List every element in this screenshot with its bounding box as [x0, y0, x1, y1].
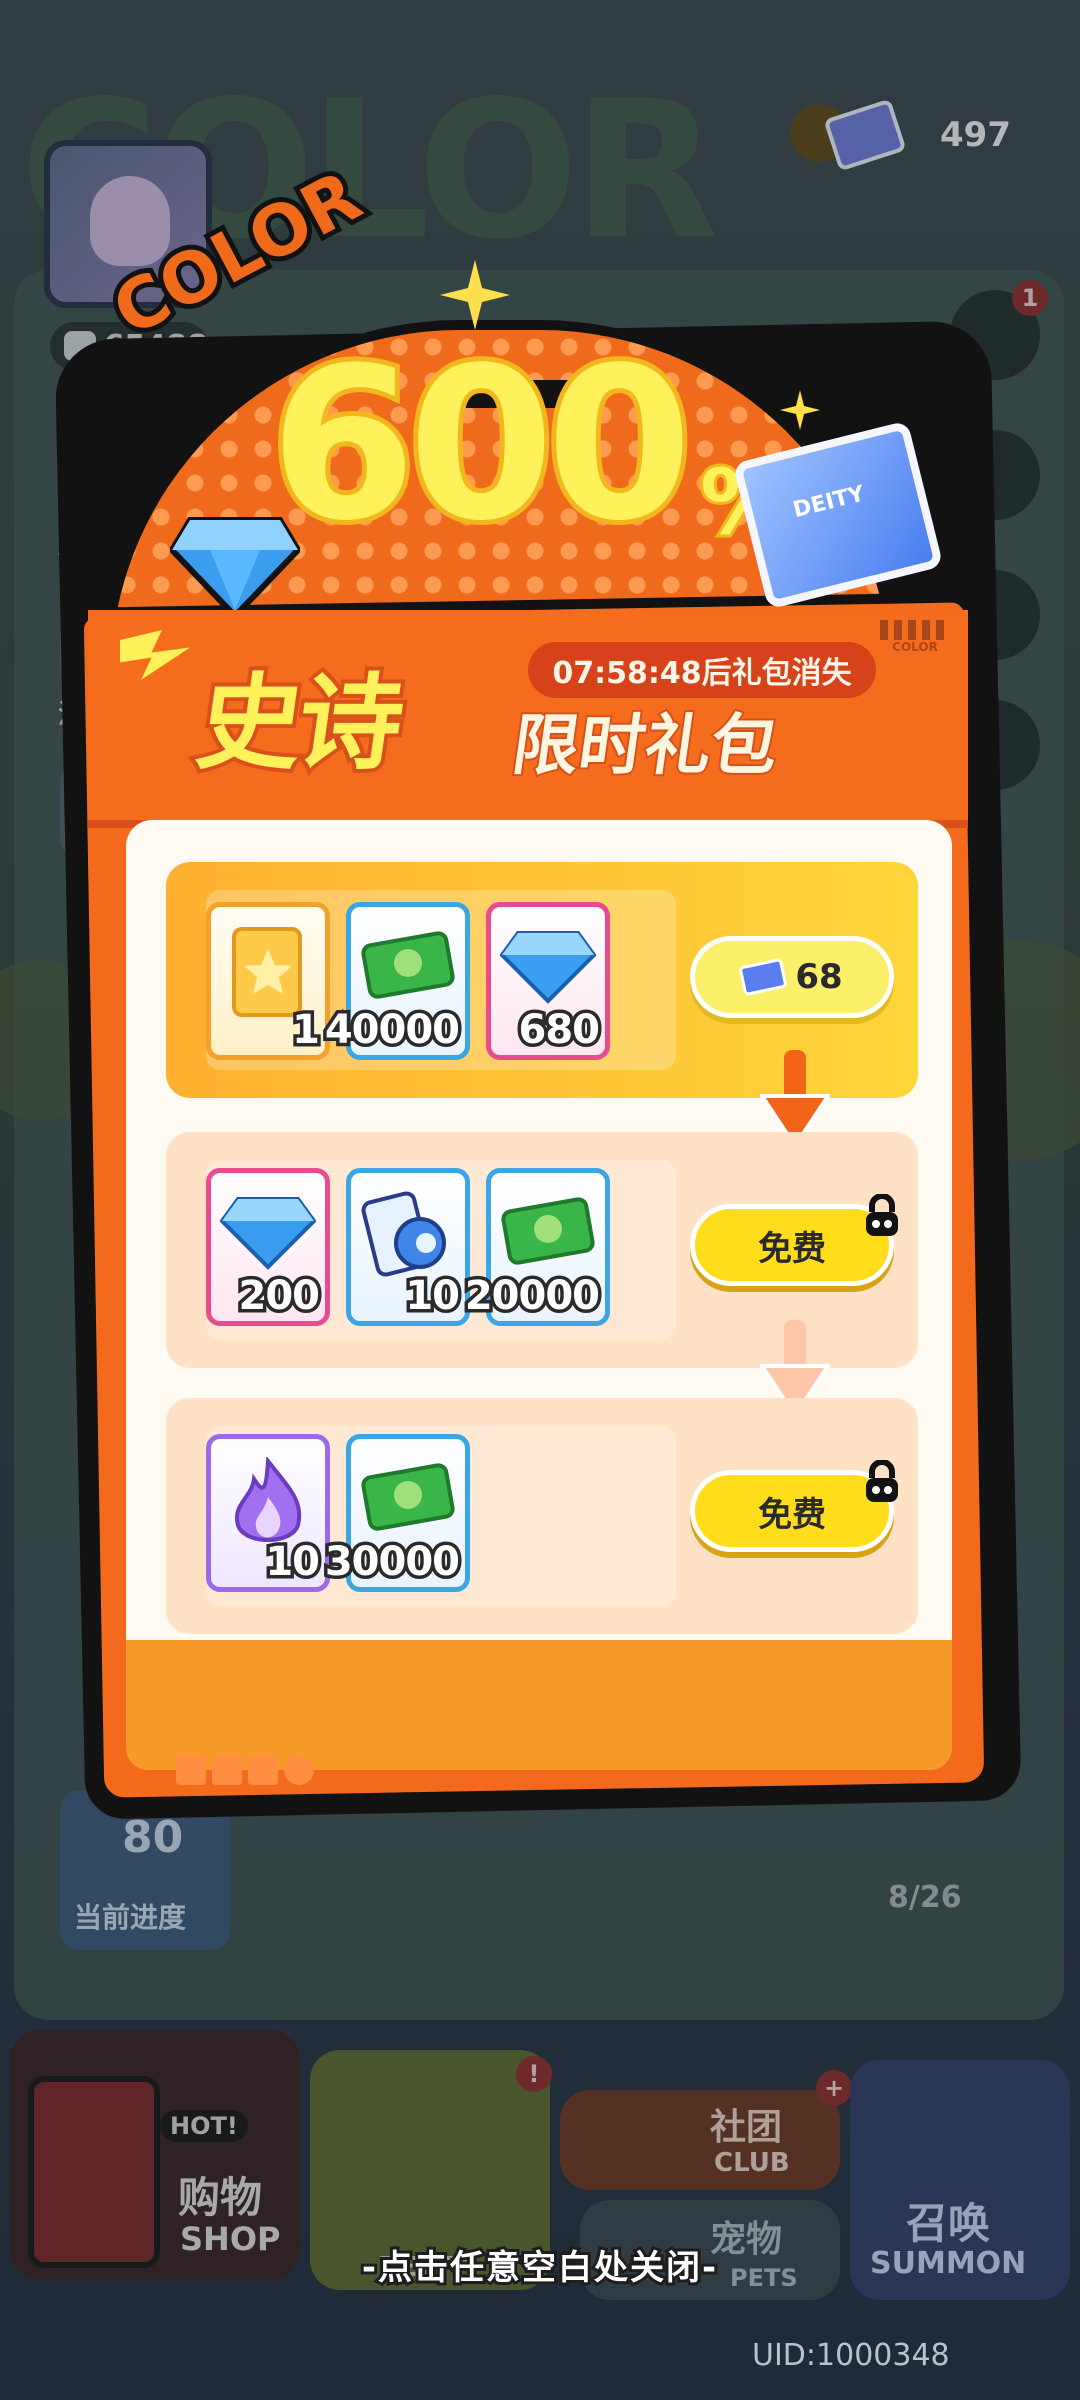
reward-qty: 10 — [402, 1270, 464, 1323]
brand-mark: COLOR — [880, 620, 950, 654]
popup-bottom-logo — [176, 1755, 336, 1789]
reward-item: 10 — [346, 1168, 470, 1326]
popup-title-sub: 限时礼包 — [506, 705, 785, 786]
cash-icon — [501, 1197, 595, 1265]
user-id: UID:1000348 — [752, 2338, 950, 2373]
diamond-icon — [170, 517, 300, 620]
reward-qty: 10 — [262, 1536, 324, 1589]
ticket-icon — [738, 957, 788, 997]
reward-item: 30000 — [321, 1434, 470, 1592]
free-button-label: 免费 — [758, 1494, 826, 1535]
reward-qty: 30000 — [321, 1536, 463, 1589]
reward-item: 1 — [206, 902, 330, 1060]
reward-qty: 200 — [235, 1270, 323, 1323]
pack-price: 68 — [795, 957, 843, 997]
tap-to-close-hint: -点击任意空白处关闭- — [359, 2245, 719, 2291]
popup-bottom-wave — [126, 1640, 952, 1770]
lock-icon — [866, 1460, 898, 1502]
reward-qty: 680 — [515, 1004, 603, 1057]
bonus-number: 600 — [265, 322, 697, 567]
reward-qty: 1 — [289, 1004, 324, 1057]
lock-icon — [866, 1194, 898, 1236]
free-button-label: 免费 — [758, 1228, 826, 1269]
reward-qty: 40000 — [321, 1004, 463, 1057]
popup-title-main: 史诗 — [186, 658, 411, 788]
reward-item: 10 — [206, 1434, 330, 1592]
reward-item: 680 — [486, 902, 610, 1060]
diamond-icon — [500, 931, 596, 1004]
reward-item: 20000 — [461, 1168, 610, 1326]
buy-pack-button[interactable]: 68 — [690, 936, 894, 1018]
reward-item: 40000 — [321, 902, 470, 1060]
reward-item: 200 — [206, 1168, 330, 1326]
reward-qty: 20000 — [461, 1270, 603, 1323]
cash-icon — [361, 1463, 455, 1531]
summon-card-icon — [361, 1191, 446, 1277]
diamond-icon — [220, 1197, 316, 1270]
cash-icon — [361, 931, 455, 999]
brand-mark-text: COLOR — [892, 640, 938, 654]
countdown-timer: 07:58:48后礼包消失 — [528, 642, 876, 698]
